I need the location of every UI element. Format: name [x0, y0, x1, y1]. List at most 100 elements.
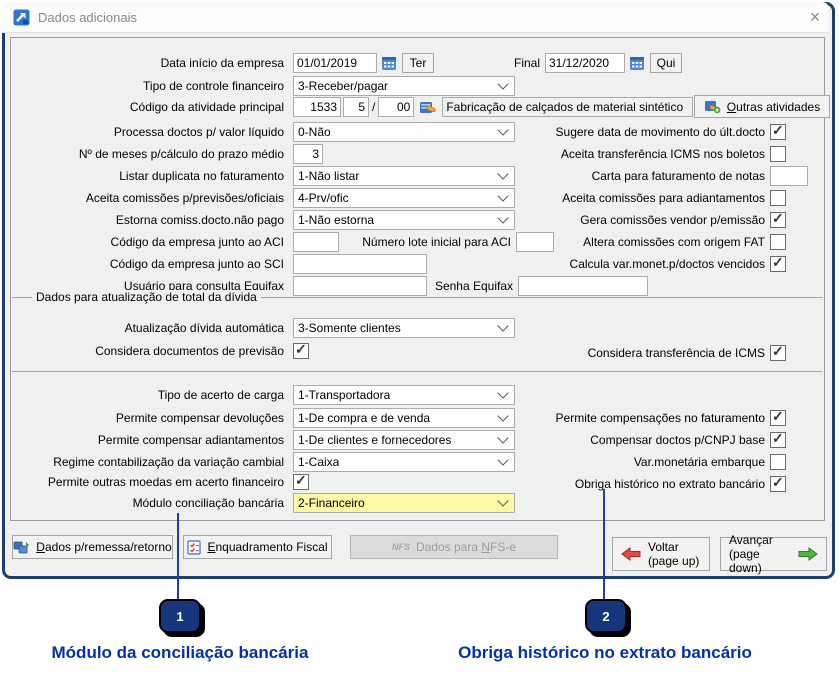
considera-previsao-checkbox[interactable]	[293, 343, 309, 359]
outras-atividades-button[interactable]: Outras atividades	[694, 95, 830, 118]
atualizacao-label: Atualização dívida automática	[0, 321, 289, 335]
sugere-data-checkbox[interactable]	[770, 124, 786, 140]
calendar-icon[interactable]	[381, 55, 397, 71]
compensar-cnpj-label: Compensar doctos p/CNPJ base	[590, 433, 765, 447]
adiantamentos-label: Permite compensar adiantamentos	[0, 433, 289, 447]
annotation-label-1: Módulo da conciliação bancária	[30, 643, 330, 663]
titlebar: Dados adicionais	[2, 2, 829, 33]
modulo-conciliacao-label: Módulo conciliação bancária	[0, 496, 289, 510]
meses-input[interactable]	[293, 144, 323, 164]
aceita-adiantamentos-checkbox[interactable]	[770, 190, 786, 206]
check-row: Aceita transferência ICMS nos boletos	[420, 146, 786, 162]
calcula-varmonet-label: Calcula var.monet.p/doctos vencidos	[570, 257, 765, 271]
data-inicio-input[interactable]	[293, 53, 377, 73]
dados-nfse-button: NFS Dados para NFS-e	[350, 535, 558, 559]
row-tipo-controle: Tipo de controle financeiro 3-Receber/pa…	[0, 76, 515, 96]
voltar-button[interactable]: Voltar (page up)	[612, 537, 710, 571]
weekday-final-button[interactable]: Qui	[650, 53, 682, 73]
cubes-icon	[13, 540, 30, 555]
estorna-label: Estorna comiss.docto.não pago	[0, 213, 289, 227]
chevron-down-icon	[497, 387, 508, 398]
calendar-icon[interactable]	[629, 55, 645, 71]
carta-row: Carta para faturamento de notas	[420, 166, 808, 186]
tipo-controle-combo[interactable]: 3-Receber/pagar	[293, 76, 515, 96]
outras-moedas-checkbox[interactable]	[293, 474, 309, 490]
atividade-codigo-input[interactable]	[293, 97, 341, 117]
listar-label: Listar duplicata no faturamento	[0, 169, 289, 183]
considera-icms-checkbox[interactable]	[770, 345, 786, 361]
avancar-button[interactable]: Avançar (page down)	[720, 537, 827, 571]
dados-remessa-label: Dados p/remessa/retorno	[36, 540, 171, 554]
outras-atividades-label: Outras atividades	[727, 100, 820, 114]
processa-value: 0-Não	[298, 125, 331, 139]
cod-aci-input[interactable]	[293, 232, 339, 252]
screen: Dados adicionais × Data início da empres…	[0, 0, 839, 684]
compensacoes-faturamento-checkbox[interactable]	[770, 410, 786, 426]
usuario-equifax-input[interactable]	[293, 276, 427, 296]
close-icon[interactable]: ×	[805, 7, 825, 27]
check-row: Aceita comissões para adiantamentos	[420, 190, 786, 206]
annotation-badge-2: 2	[585, 599, 627, 633]
data-inicio-label: Data início da empresa	[0, 56, 289, 70]
aceita-comissoes-value: 4-Prv/ofic	[298, 191, 349, 205]
compensar-cnpj-checkbox[interactable]	[770, 432, 786, 448]
section-separator	[12, 371, 822, 372]
row-modulo-conciliacao: Módulo conciliação bancária 2-Financeiro	[0, 493, 515, 513]
obriga-historico-checkbox[interactable]	[770, 476, 786, 492]
meses-label: Nº de meses p/cálculo do prazo médio	[0, 147, 289, 161]
check-row: Permite compensações no faturamento	[420, 410, 786, 426]
carta-input[interactable]	[770, 166, 808, 186]
aceita-icms-boletos-label: Aceita transferência ICMS nos boletos	[561, 147, 765, 161]
check-row: Considera transferência de ICMS	[420, 345, 786, 361]
var-monetaria-embarque-checkbox[interactable]	[770, 454, 786, 470]
lookup-hand-icon[interactable]	[419, 99, 437, 115]
tipo-acerto-label: Tipo de acerto de carga	[0, 388, 289, 402]
altera-comissoes-checkbox[interactable]	[770, 234, 786, 250]
devolucoes-label: Permite compensar devoluções	[0, 411, 289, 425]
regime-label: Regime contabilização da variação cambia…	[0, 455, 289, 469]
modulo-conciliacao-combo[interactable]: 2-Financeiro	[293, 493, 515, 513]
var-monetaria-embarque-label: Var.monetária embarque	[634, 455, 765, 469]
avancar-label: Avançar (page down)	[729, 533, 791, 575]
tipo-acerto-combo[interactable]: 1-Transportadora	[293, 385, 515, 405]
atualizacao-combo[interactable]: 3-Somente clientes	[293, 318, 515, 338]
senha-equifax-input[interactable]	[518, 276, 648, 296]
tipo-acerto-value: 1-Transportadora	[298, 388, 390, 402]
check-row: Var.monetária embarque	[420, 454, 786, 470]
gera-comissoes-label: Gera comissões vendor p/emissão	[580, 213, 765, 227]
row-atividade: Código da atividade principal /	[0, 97, 693, 117]
final-label: Final	[476, 56, 545, 70]
hand-plus-icon	[704, 99, 721, 114]
checklist-icon	[187, 540, 201, 555]
enquadramento-fiscal-button[interactable]: Enquadramento Fiscal	[183, 535, 332, 559]
chevron-down-icon	[497, 320, 508, 331]
aceita-icms-boletos-checkbox[interactable]	[770, 146, 786, 162]
weekday-start-button[interactable]: Ter	[402, 53, 434, 73]
cod-sci-label: Código da empresa junto ao SCI	[0, 257, 289, 271]
row-tipo-acerto: Tipo de acerto de carga 1-Transportadora	[0, 385, 515, 405]
calcula-varmonet-checkbox[interactable]	[770, 256, 786, 272]
compensacoes-faturamento-label: Permite compensações no faturamento	[556, 411, 765, 425]
senha-equifax-label: Senha Equifax	[427, 279, 518, 293]
processa-label: Processa doctos p/ valor líquido	[0, 125, 289, 139]
arrow-right-icon	[798, 547, 818, 561]
considera-icms-label: Considera transferência de ICMS	[588, 346, 765, 360]
row-considera-previsao: Considera documentos de previsão	[0, 343, 309, 359]
aceita-adiantamentos-label: Aceita comissões para adiantamentos	[562, 191, 765, 205]
row-data-inicio: Data início da empresa Ter Final Qui	[0, 53, 682, 73]
enquadramento-fiscal-label: Enquadramento Fiscal	[207, 540, 327, 554]
atualizacao-value: 3-Somente clientes	[298, 321, 401, 335]
atividade-sufixo-input[interactable]	[378, 97, 414, 117]
carta-label: Carta para faturamento de notas	[592, 169, 765, 183]
gera-comissoes-checkbox[interactable]	[770, 212, 786, 228]
dados-remessa-button[interactable]: Dados p/remessa/retorno	[12, 535, 173, 559]
final-input[interactable]	[545, 53, 625, 73]
arrow-left-icon	[621, 547, 641, 561]
check-row: Altera comissões com origem FAT	[420, 234, 786, 250]
atividade-digito-input[interactable]	[343, 97, 369, 117]
devolucoes-value: 1-De compra e de venda	[298, 411, 430, 425]
cod-sci-input[interactable]	[293, 254, 427, 274]
estorna-value: 1-Não estorna	[298, 213, 374, 227]
altera-comissoes-label: Altera comissões com origem FAT	[583, 235, 765, 249]
regime-value: 1-Caixa	[298, 455, 339, 469]
